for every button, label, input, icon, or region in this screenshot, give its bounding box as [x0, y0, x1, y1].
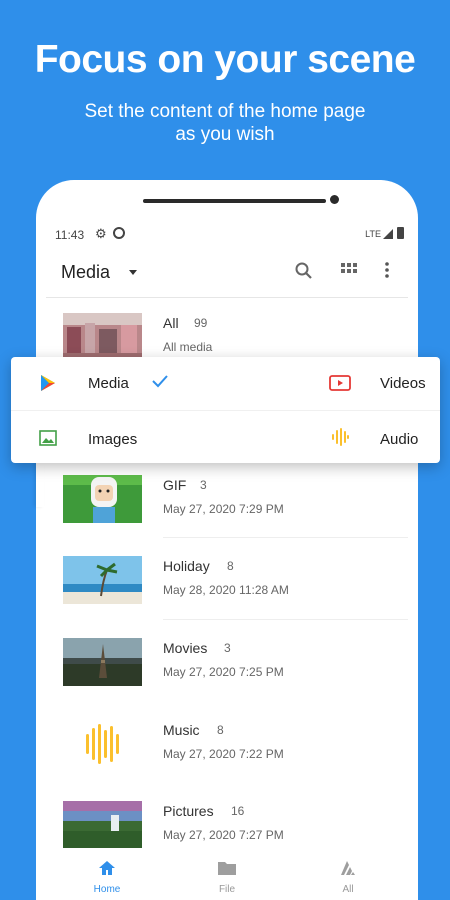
album-row-movies[interactable]: Movies 3 May 27, 2020 7:25 PM [36, 638, 418, 708]
promo-subline-line-2: as you wish [175, 124, 275, 145]
row-divider [163, 537, 408, 538]
album-thumbnail-gif [63, 475, 142, 523]
promo-headline: Focus on your scene [34, 38, 416, 81]
app-bar-divider [46, 297, 408, 298]
album-filter-menu: Media Videos Images Audio [11, 357, 440, 463]
album-name: All [163, 315, 179, 331]
menu-option-label: Media [88, 375, 129, 392]
nav-file-label: File [218, 884, 236, 895]
album-count: 3 [200, 478, 207, 492]
album-thumbnail-pictures [63, 801, 142, 849]
sync-status-icon [113, 227, 125, 239]
album-count: 16 [231, 804, 245, 818]
row-divider [163, 619, 408, 620]
all-icon [339, 861, 357, 879]
album-row-holiday[interactable]: Holiday 8 May 28, 2020 11:28 AM [36, 556, 418, 626]
album-count: 99 [194, 316, 208, 330]
menu-option-label: Images [88, 431, 138, 448]
album-row-gif[interactable]: GIF 3 May 27, 2020 7:29 PM [36, 475, 418, 545]
album-subtitle: May 27, 2020 7:27 PM [163, 828, 284, 842]
folder-icon [217, 862, 237, 879]
album-name: Pictures [163, 803, 214, 819]
status-bar: 11:43 ⚙ LTE [55, 226, 407, 244]
promo-subline: Set the content of the home page as you … [0, 100, 450, 146]
search-icon[interactable] [294, 261, 316, 283]
video-icon [329, 375, 351, 396]
album-subtitle: All media [163, 340, 213, 354]
chevron-down-icon[interactable] [129, 270, 137, 275]
promo-subline-line-1: Set the content of the home page [84, 101, 366, 122]
album-count: 3 [224, 641, 231, 655]
play-triangle-icon [40, 374, 56, 397]
album-thumbnail-all [63, 313, 142, 361]
signal-icon [383, 229, 393, 239]
album-row-music[interactable]: Music 8 May 27, 2020 7:22 PM [36, 720, 418, 790]
settings-status-icon: ⚙ [95, 226, 107, 241]
menu-separator [11, 410, 440, 411]
more-vert-icon[interactable] [384, 261, 406, 283]
album-thumbnail-music [63, 720, 142, 768]
menu-option-label: Videos [380, 375, 426, 392]
album-count: 8 [217, 723, 224, 737]
nav-all-label: All [342, 884, 354, 895]
home-icon [98, 861, 116, 879]
album-name: Music [163, 722, 200, 738]
list-edge-shadow [36, 463, 44, 507]
menu-option-label: Audio [380, 431, 419, 448]
phone-camera [330, 195, 339, 204]
album-subtitle: May 27, 2020 7:25 PM [163, 665, 284, 679]
album-subtitle: May 28, 2020 11:28 AM [163, 583, 289, 597]
nav-home[interactable]: Home [67, 860, 147, 895]
checkmark-icon [151, 373, 169, 394]
album-name: Holiday [163, 558, 210, 574]
app-bar: Media [36, 255, 418, 295]
album-subtitle: May 27, 2020 7:29 PM [163, 502, 284, 516]
phone-frame: 11:43 ⚙ LTE Media All 99 All media GIF 3… [36, 180, 418, 900]
nav-file[interactable]: File [187, 860, 267, 895]
network-type: LTE [365, 229, 381, 239]
album-name: Movies [163, 640, 208, 656]
status-time: 11:43 [55, 228, 85, 242]
nav-all[interactable]: All [308, 860, 388, 895]
audio-wave-icon [331, 427, 349, 452]
battery-icon [397, 227, 404, 239]
bottom-navigation: Home File All [36, 848, 418, 900]
album-thumbnail-holiday [63, 556, 142, 604]
phone-speaker [143, 199, 326, 203]
album-thumbnail-movies [63, 638, 142, 686]
nav-home-label: Home [93, 884, 121, 895]
grid-icon[interactable] [340, 261, 362, 283]
image-icon [39, 430, 57, 451]
album-name: GIF [163, 477, 187, 493]
album-subtitle: May 27, 2020 7:22 PM [163, 747, 284, 761]
album-count: 8 [227, 559, 234, 573]
album-filter-dropdown[interactable]: Media [61, 262, 110, 283]
